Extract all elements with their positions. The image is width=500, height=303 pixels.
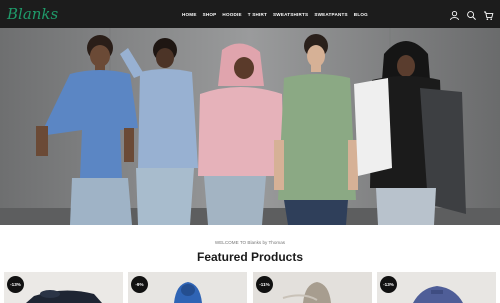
search-icon[interactable] (466, 8, 477, 20)
nav-sweatpants[interactable]: SWEATPANTS (314, 12, 347, 17)
nav-tshirt[interactable]: T SHIRT (248, 12, 267, 17)
main-nav: HOME SHOP HOODIE T SHIRT SWEATSHIRTS SWE… (182, 0, 368, 28)
hero-image (0, 28, 500, 225)
nav-shop[interactable]: SHOP (203, 12, 217, 17)
site-header: Blanks HOME SHOP HOODIE T SHIRT SWEATSHI… (0, 0, 500, 28)
nav-blog[interactable]: BLOG (354, 12, 368, 17)
welcome-text: WELCOME TO Blanks by Thomas (214, 240, 286, 245)
nav-sweatshirts[interactable]: SWEATSHIRTS (273, 12, 308, 17)
discount-badge: -9% (131, 276, 148, 293)
product-grid: -13% -9% -11% -13% (4, 272, 496, 303)
discount-badge: -13% (7, 276, 24, 293)
cart-icon[interactable] (483, 8, 494, 20)
site-logo[interactable]: Blanks (6, 2, 66, 26)
nav-hoodie[interactable]: HOODIE (222, 12, 241, 17)
product-card[interactable]: -11% (253, 272, 372, 303)
discount-badge: -11% (256, 276, 273, 293)
product-card[interactable]: -9% (128, 272, 247, 303)
user-icon[interactable] (449, 8, 460, 21)
section-title: Featured Products (196, 250, 304, 264)
product-card[interactable]: -13% (4, 272, 123, 303)
hero-banner[interactable] (0, 28, 500, 225)
svg-text:Blanks: Blanks (6, 5, 59, 23)
discount-badge: -13% (380, 276, 397, 293)
product-card[interactable]: -13% (377, 272, 496, 303)
nav-home[interactable]: HOME (182, 12, 197, 17)
